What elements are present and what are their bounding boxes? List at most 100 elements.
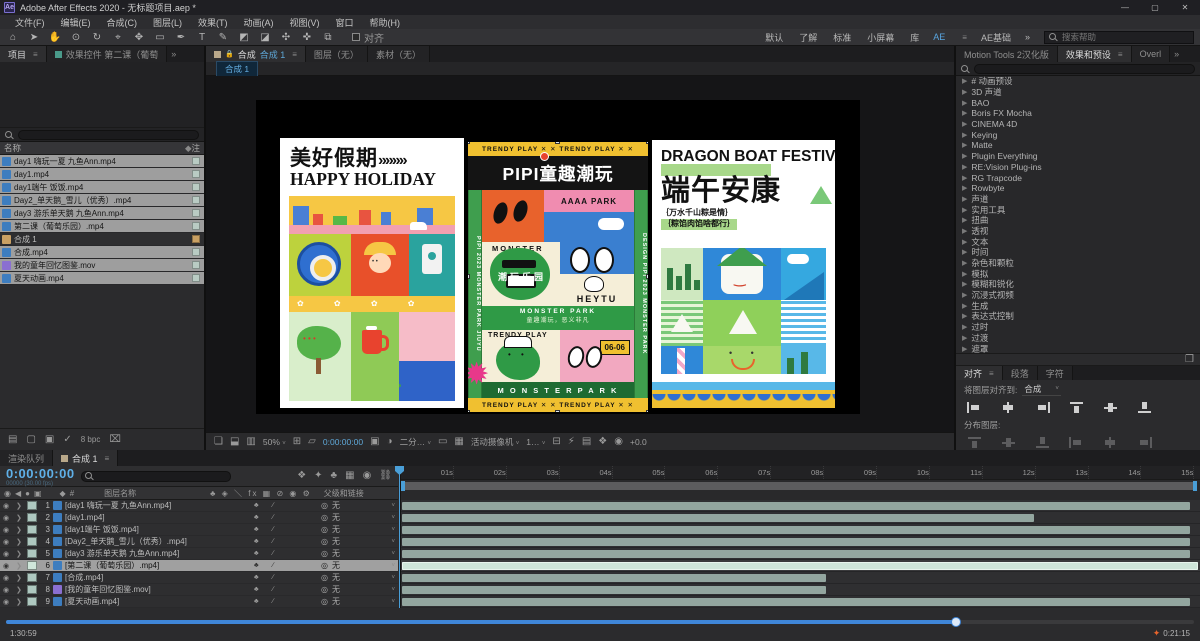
expand-caret-icon[interactable]: ▶: [962, 99, 967, 107]
tab-align[interactable]: 对齐 ≡: [956, 366, 1003, 380]
layer-label-swatch[interactable]: [27, 525, 37, 534]
layer-visibility-icon[interactable]: ◉: [3, 514, 13, 522]
label-swatch[interactable]: [192, 222, 200, 230]
layer-duration-bar[interactable]: [402, 574, 826, 582]
puppet-pin-tool[interactable]: ✜: [300, 32, 314, 43]
expand-caret-icon[interactable]: ▶: [962, 238, 967, 246]
effects-category[interactable]: ▶ 文本: [956, 236, 1200, 247]
layer-row[interactable]: ◉ ❯ 5 [day3 游乐单天鹅 九鱼Ann.mp4] ♣ ∕ ◎ 无 ˅: [0, 548, 398, 560]
poster-dragon-boat-festival[interactable]: DRAGON BOAT FESTIVAL 端午安康 ｛万水千山粽是情｝ ｛粽馅肉…: [652, 140, 835, 408]
expand-caret-icon[interactable]: ▶: [962, 216, 967, 224]
number-column-header[interactable]: #: [70, 489, 74, 498]
graph-editor-icon[interactable]: ⛓: [379, 471, 392, 481]
effects-category[interactable]: ▶ BAO: [956, 97, 1200, 108]
tab-effects-presets[interactable]: 效果和预设 ≡: [1057, 46, 1132, 62]
video-column-icon[interactable]: ◉: [4, 489, 11, 498]
workspace-tab-ae[interactable]: AE: [933, 32, 945, 42]
viewer-canvas[interactable]: 美好假期»»»» HAPPY HOLIDAY • • ✿ ✿ ✿ ✿ • • •…: [206, 76, 954, 432]
project-item[interactable]: Day2_单天鹅_雪儿（优秀）.mp4: [0, 194, 204, 207]
view-layout-dropdown[interactable]: 1… ˅: [526, 437, 545, 447]
layer-expand-icon[interactable]: ❯: [16, 586, 24, 594]
expand-caret-icon[interactable]: ▶: [962, 323, 967, 331]
poster-happy-holiday[interactable]: 美好假期»»»» HAPPY HOLIDAY • • ✿ ✿ ✿ ✿ • • •: [280, 138, 464, 408]
type-tool[interactable]: T: [195, 32, 209, 43]
align-left-button[interactable]: [966, 401, 983, 414]
new-preset-icon[interactable]: ❒: [1185, 354, 1194, 365]
timeline-icon[interactable]: ▤: [582, 436, 591, 447]
transparency-grid-icon[interactable]: ▦: [454, 436, 463, 447]
label-swatch[interactable]: [192, 157, 200, 165]
workspace-tab[interactable]: 库: [910, 31, 919, 44]
layer-row[interactable]: ◉ ❯ 3 [day1端午 饭饭.mp4] ♣ ∕ ◎ 无 ˅: [0, 524, 398, 536]
expand-caret-icon[interactable]: ▶: [962, 206, 967, 214]
layer-name[interactable]: [day1 嗨玩一夏 九鱼Ann.mp4]: [65, 500, 251, 511]
pickwhip-icon[interactable]: ◎: [321, 573, 328, 582]
draft-3d-icon[interactable]: ✦: [314, 471, 322, 481]
exposure-value[interactable]: +0.0: [630, 437, 647, 447]
effects-category[interactable]: ▶ 过时: [956, 322, 1200, 333]
tab-project[interactable]: 项目 ≡: [0, 46, 47, 62]
menu-item[interactable]: 编辑(E): [54, 16, 98, 29]
tab-render-queue[interactable]: 渲染队列: [0, 450, 54, 466]
project-item[interactable]: 夏天动画.mp4: [0, 272, 204, 285]
expand-caret-icon[interactable]: ▶: [962, 334, 967, 342]
primary-viewer-icon[interactable]: ⬓: [230, 436, 239, 447]
label-swatch[interactable]: [192, 261, 200, 269]
label-swatch[interactable]: [192, 183, 200, 191]
layer-expand-icon[interactable]: ❯: [16, 562, 24, 570]
effects-category[interactable]: ▶ Boris FX Mocha: [956, 108, 1200, 119]
layer-label-swatch[interactable]: [27, 537, 37, 546]
layer-parent-dropdown[interactable]: ◎ 无 ˅: [321, 572, 395, 583]
close-button[interactable]: ✕: [1170, 0, 1200, 15]
pan-behind-tool[interactable]: ✥: [132, 32, 146, 43]
workspace-menu-icon[interactable]: ≡: [962, 33, 967, 42]
label-column-icon[interactable]: ◆: [60, 489, 66, 498]
layer-label-swatch[interactable]: [27, 585, 37, 594]
selection-handle[interactable]: [468, 410, 470, 412]
name-column-header[interactable]: 名称: [4, 142, 21, 154]
layer-name[interactable]: [day1.mp4]: [65, 513, 251, 522]
menu-item[interactable]: 窗口: [329, 16, 361, 29]
selection-tool[interactable]: ➤: [27, 32, 41, 43]
align-top-button[interactable]: [1068, 401, 1085, 414]
maximize-button[interactable]: ▢: [1140, 0, 1170, 15]
layer-track[interactable]: [401, 512, 1200, 524]
selection-handle[interactable]: [468, 142, 470, 144]
layer-expand-icon[interactable]: ❯: [16, 538, 24, 546]
expand-caret-icon[interactable]: ▶: [962, 120, 967, 128]
expand-caret-icon[interactable]: ▶: [962, 291, 967, 299]
pickwhip-icon[interactable]: ◎: [321, 525, 328, 534]
expand-caret-icon[interactable]: ▶: [962, 163, 967, 171]
align-to-dropdown[interactable]: 合成 ˅: [1022, 383, 1061, 396]
layer-switches[interactable]: ♣ ∕: [254, 550, 318, 557]
layer-expand-icon[interactable]: ❯: [16, 574, 24, 582]
layer-switches[interactable]: ♣ ∕: [254, 598, 318, 605]
layer-duration-bar[interactable]: [402, 538, 1190, 546]
label-swatch[interactable]: [192, 170, 200, 178]
expand-caret-icon[interactable]: ▶: [962, 141, 967, 149]
panel-overflow-icon[interactable]: »: [167, 46, 180, 62]
flowchart-icon[interactable]: ❖: [598, 436, 607, 447]
layer-parent-dropdown[interactable]: ◎ 无 ˅: [321, 584, 395, 595]
motion-blur-icon[interactable]: ◉: [363, 471, 372, 481]
layer-duration-bar[interactable]: [402, 502, 1190, 510]
effects-category[interactable]: ▶ RE:Vision Plug-ins: [956, 162, 1200, 173]
layer-track[interactable]: [401, 524, 1200, 536]
layer-switches[interactable]: ♣ ∕: [254, 526, 318, 533]
layer-parent-dropdown[interactable]: ◎ 无 ˅: [321, 548, 395, 559]
expand-caret-icon[interactable]: ▶: [962, 270, 967, 278]
tab-effect-controls[interactable]: 效果控件 第二课（葡萄: [46, 46, 168, 62]
layer-visibility-icon[interactable]: ◉: [3, 574, 13, 582]
pen-tool[interactable]: ✒: [174, 32, 188, 43]
label-swatch[interactable]: [192, 209, 200, 217]
video-seek-bar[interactable]: [6, 617, 1194, 627]
layer-name[interactable]: [我的童年回忆图鉴.mov]: [65, 584, 251, 595]
menu-item[interactable]: 文件(F): [8, 16, 52, 29]
minimize-button[interactable]: —: [1110, 0, 1140, 15]
parent-link-column-header[interactable]: 父级和链接: [324, 488, 364, 499]
layer-parent-dropdown[interactable]: ◎ 无 ˅: [321, 512, 395, 523]
effects-category[interactable]: ▶ 沉浸式视频: [956, 290, 1200, 301]
channel-icon[interactable]: ▥: [246, 436, 255, 447]
mask-visibility-icon[interactable]: ▱: [308, 436, 316, 447]
menu-item[interactable]: 图层(L): [146, 16, 189, 29]
